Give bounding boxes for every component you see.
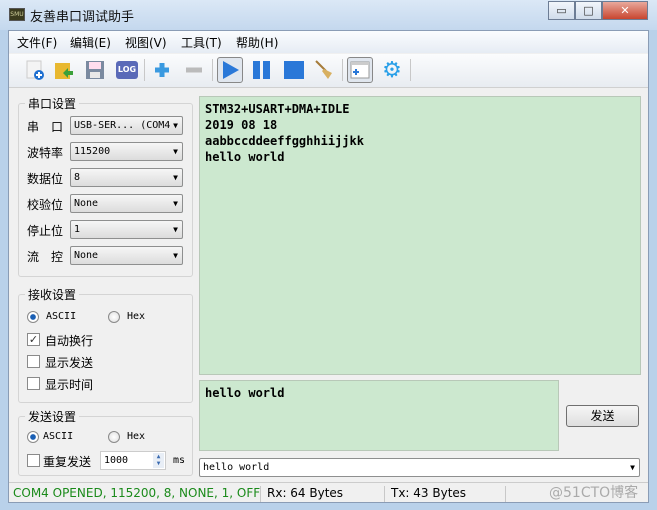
send-hex-radio[interactable] xyxy=(108,431,120,443)
serial-field-value: 8 xyxy=(74,172,81,183)
chevron-down-icon: ▼ xyxy=(173,121,178,130)
chevron-down-icon: ▼ xyxy=(173,147,178,156)
stop-icon[interactable] xyxy=(280,57,306,83)
receive-settings-title: 接收设置 xyxy=(25,286,80,303)
status-separator xyxy=(260,486,261,502)
send-history-value: hello world xyxy=(203,462,270,473)
main-window: 文件(F) 编辑(E) 视图(V) 工具(T) 帮助(H) LOG ⚙ 串口设置… xyxy=(8,30,649,503)
serial-field-value: 115200 xyxy=(74,146,111,157)
interval-unit: ms xyxy=(173,455,186,466)
serial-field-value: None xyxy=(74,198,99,209)
menu-edit[interactable]: 编辑(E) xyxy=(70,34,111,51)
send-ascii-radio[interactable] xyxy=(27,431,39,443)
show-send-label: 显示发送 xyxy=(45,356,94,370)
log-icon[interactable]: LOG xyxy=(114,57,140,83)
serial-field-label: 校验位 xyxy=(27,198,64,212)
status-separator xyxy=(505,486,506,502)
serial-field-combo[interactable]: None ▼ xyxy=(70,246,183,265)
send-ascii-label: ASCII xyxy=(43,431,74,442)
auto-wrap-label: 自动换行 xyxy=(45,334,94,348)
repeat-send-label: 重复发送 xyxy=(43,455,92,469)
serial-field-combo[interactable]: 115200 ▼ xyxy=(70,142,183,161)
send-textarea[interactable]: hello world xyxy=(199,380,559,451)
serial-field-label: 数据位 xyxy=(27,172,64,186)
title-bar: SMU 友善串口调试助手 ▭ □ ✕ xyxy=(0,0,657,30)
rx-count: Rx: 64 Bytes xyxy=(267,486,344,500)
serial-field-value: None xyxy=(74,250,99,261)
serial-field-label: 停止位 xyxy=(27,224,64,238)
gear-icon[interactable]: ⚙ xyxy=(379,57,405,83)
port-status: COM4 OPENED, 115200, 8, NONE, 1, OFF xyxy=(13,486,261,500)
auto-wrap-checkbox[interactable]: ✓ xyxy=(27,333,40,346)
menu-help[interactable]: 帮助(H) xyxy=(236,34,278,51)
interval-value: 1000 xyxy=(104,455,129,466)
chevron-down-icon: ▼ xyxy=(630,463,635,472)
show-time-label: 显示时间 xyxy=(45,378,94,392)
toolbar-separator xyxy=(144,59,145,81)
open-folder-icon[interactable] xyxy=(51,57,77,83)
serial-settings-title: 串口设置 xyxy=(25,95,80,112)
interval-spinbox[interactable]: 1000 ▲ ▼ xyxy=(100,451,166,470)
serial-field-combo[interactable]: None ▼ xyxy=(70,194,183,213)
receive-ascii-label: ASCII xyxy=(46,311,77,322)
send-hex-label: Hex xyxy=(127,431,146,442)
menu-tools[interactable]: 工具(T) xyxy=(181,34,222,51)
maximize-button[interactable]: □ xyxy=(575,1,602,20)
repeat-send-checkbox[interactable] xyxy=(27,454,40,467)
status-bar: COM4 OPENED, 115200, 8, NONE, 1, OFF Rx:… xyxy=(9,482,648,503)
receive-ascii-radio[interactable] xyxy=(27,311,39,323)
menu-bar: 文件(F) 编辑(E) 视图(V) 工具(T) 帮助(H) xyxy=(9,31,648,53)
toolbar: LOG ⚙ xyxy=(9,54,648,88)
receive-hex-label: Hex xyxy=(127,311,146,322)
play-icon[interactable] xyxy=(217,57,243,83)
close-button[interactable]: ✕ xyxy=(602,1,648,20)
chevron-down-icon: ▼ xyxy=(173,173,178,182)
serial-field-combo[interactable]: 1 ▼ xyxy=(70,220,183,239)
add-window-icon[interactable] xyxy=(347,57,373,83)
app-icon: SMU xyxy=(9,8,25,21)
serial-field-label: 串 口 xyxy=(27,120,64,134)
serial-field-label: 流 控 xyxy=(27,250,64,264)
add-icon[interactable] xyxy=(149,57,175,83)
broom-clear-icon[interactable] xyxy=(311,57,337,83)
save-icon[interactable] xyxy=(82,57,108,83)
toolbar-separator xyxy=(342,59,343,81)
toolbar-separator xyxy=(212,59,213,81)
chevron-down-icon: ▼ xyxy=(173,251,178,260)
receive-hex-radio[interactable] xyxy=(108,311,120,323)
remove-icon[interactable] xyxy=(181,57,207,83)
pause-icon[interactable] xyxy=(249,57,275,83)
serial-field-combo[interactable]: USB-SER... (COM4 ▼ xyxy=(70,116,183,135)
serial-field-value: USB-SER... (COM4 xyxy=(74,120,171,131)
send-settings-title: 发送设置 xyxy=(25,408,80,425)
toolbar-separator xyxy=(410,59,411,81)
watermark: @51CTO博客 xyxy=(549,485,639,501)
show-time-checkbox[interactable] xyxy=(27,377,40,390)
menu-file[interactable]: 文件(F) xyxy=(17,34,57,51)
chevron-down-icon: ▼ xyxy=(173,225,178,234)
minimize-button[interactable]: ▭ xyxy=(548,1,575,20)
tx-count: Tx: 43 Bytes xyxy=(391,486,467,500)
status-separator xyxy=(384,486,385,502)
serial-field-label: 波特率 xyxy=(27,146,64,160)
menu-view[interactable]: 视图(V) xyxy=(125,34,167,51)
receive-textarea[interactable]: STM32+USART+DMA+IDLE 2019 08 18 aabbccdd… xyxy=(199,96,641,375)
send-history-combo[interactable]: hello world ▼ xyxy=(199,458,640,477)
new-file-icon[interactable] xyxy=(22,57,48,83)
serial-field-combo[interactable]: 8 ▼ xyxy=(70,168,183,187)
spin-arrows-icon[interactable]: ▲ ▼ xyxy=(153,453,164,468)
chevron-down-icon: ▼ xyxy=(173,199,178,208)
serial-field-value: 1 xyxy=(74,224,81,235)
window-title: 友善串口调试助手 xyxy=(30,10,135,25)
send-button[interactable]: 发送 xyxy=(566,405,639,427)
show-send-checkbox[interactable] xyxy=(27,355,40,368)
